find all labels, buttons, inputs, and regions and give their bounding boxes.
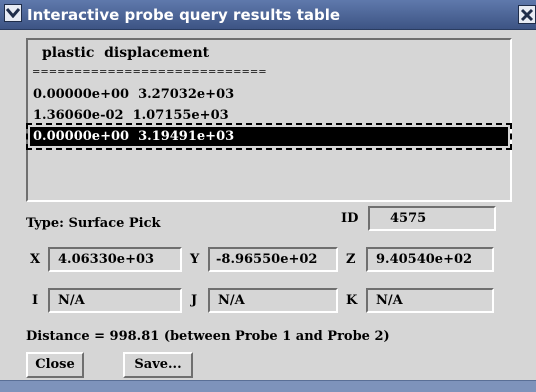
list-item-selected[interactable]: 0.00000e+00 3.19491e+03: [26, 123, 512, 150]
window-bottom-bar: [0, 380, 536, 392]
y-field: -8.96550e+02: [208, 247, 338, 272]
z-field: 9.40540e+02: [366, 247, 494, 272]
j-field: N/A: [208, 288, 338, 313]
probe-query-window: Interactive probe query results table pl…: [0, 0, 536, 392]
chevron-down-icon: [6, 8, 20, 18]
window-menu-button[interactable]: [4, 4, 22, 22]
list-item[interactable]: 1.36060e-02 1.07155e+03: [30, 106, 508, 125]
z-label: Z: [346, 252, 356, 267]
window-title: Interactive probe query results table: [27, 6, 341, 24]
save-button[interactable]: Save...: [123, 352, 193, 378]
k-label: K: [346, 293, 358, 308]
close-icon: [520, 8, 534, 21]
k-field: N/A: [366, 288, 494, 313]
id-label: ID: [341, 211, 359, 226]
j-label: J: [191, 293, 198, 308]
i-field: N/A: [48, 288, 182, 313]
id-field: 4575: [368, 206, 496, 231]
results-header: plastic displacement: [42, 45, 210, 61]
close-button[interactable]: Close: [26, 352, 84, 378]
x-field: 4.06330e+03: [48, 247, 182, 272]
window-close-button[interactable]: [518, 5, 536, 24]
y-label: Y: [190, 252, 200, 267]
x-label: X: [30, 252, 41, 267]
results-list[interactable]: plastic displacement ===================…: [26, 38, 512, 202]
results-separator: ============================: [32, 67, 267, 78]
title-bar[interactable]: Interactive probe query results table: [0, 0, 536, 30]
i-label: I: [32, 293, 39, 308]
distance-text: Distance = 998.81 (between Probe 1 and P…: [26, 329, 390, 344]
list-item[interactable]: 0.00000e+00 3.27032e+03: [30, 85, 508, 104]
type-label: Type: Surface Pick: [26, 216, 161, 231]
